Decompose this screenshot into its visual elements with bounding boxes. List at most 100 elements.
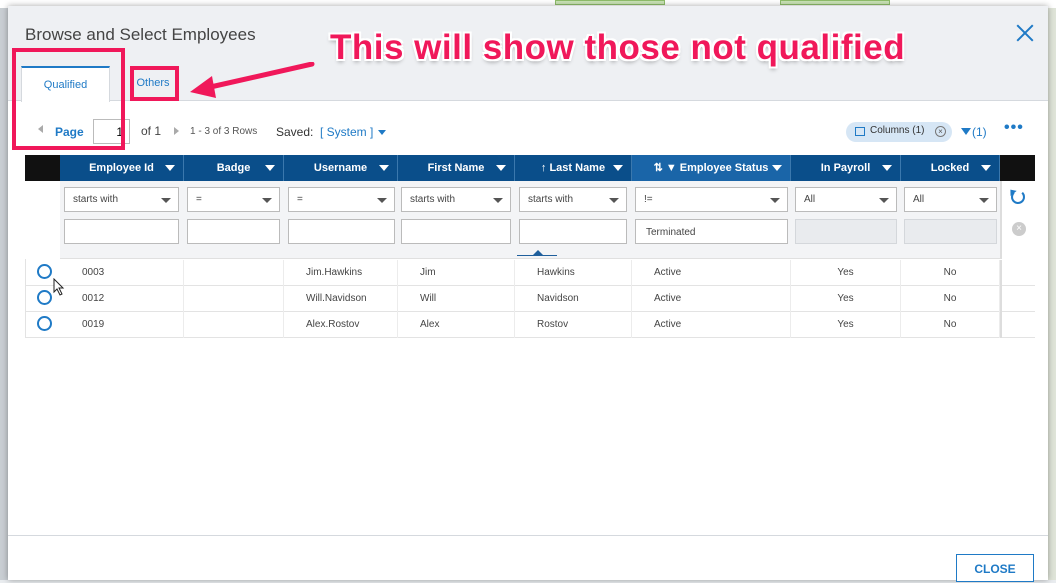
row-count: 1 - 3 of 3 Rows [190,126,258,137]
table-row[interactable]: 0003 Jim.Hawkins Jim Hawkins Active Yes … [25,260,1035,286]
table-row[interactable]: 0012 Will.Navidson Will Navidson Active … [25,286,1035,312]
columns-label: Columns (1) [870,125,925,136]
cell-first-name: Will [398,286,515,312]
grid-header: Employee Id Badge Username First Name ↑ … [25,155,1035,181]
background-app-left [0,0,8,580]
footer-divider [8,535,1048,536]
chevron-down-icon [979,198,989,203]
clear-filters-icon[interactable]: × [1012,222,1026,236]
filter-value-employee-id[interactable] [64,219,179,244]
cell-employee-status: Active [632,286,791,312]
chevron-down-icon [879,198,889,203]
chevron-down-icon [609,198,619,203]
cell-last-name: Rostov [515,312,632,338]
filter-operator-locked[interactable]: All [904,187,997,212]
filter-operator-first-name[interactable]: starts with [401,187,511,212]
cell-first-name: Jim [398,260,515,286]
column-header-employee-status[interactable]: ⇅ ▼ Employee Status [632,155,791,181]
filter-operator-last-name[interactable]: starts with [519,187,627,212]
filter-actions: × [1000,181,1035,259]
cell-in-payroll: Yes [791,312,901,338]
column-header-last-name[interactable]: ↑ Last Name [515,155,632,181]
cell-employee-id: 0012 [60,286,184,312]
column-menu-icon[interactable] [496,165,506,171]
dialog-title: Browse and Select Employees [25,25,256,44]
annotation-highlight-others [130,66,179,101]
filter-button[interactable]: (1) [961,125,987,139]
saved-view-select[interactable]: [ System ] [320,125,373,139]
clear-columns-icon[interactable]: × [935,126,946,137]
filter-operator-employee-status[interactable]: != [635,187,788,212]
cell-in-payroll: Yes [791,260,901,286]
browse-employees-dialog: Browse and Select Employees Qualified Ot… [8,6,1048,582]
cell-locked: No [901,312,1000,338]
filter-value-in-payroll [795,219,897,244]
filter-value-last-name[interactable] [519,219,627,244]
mouse-cursor-icon [53,278,65,296]
filter-row: starts with = = starts with starts with … [60,181,1000,259]
column-menu-icon[interactable] [379,165,389,171]
chevron-down-icon [493,198,503,203]
cell-employee-status: Active [632,260,791,286]
table-row[interactable]: 0019 Alex.Rostov Alex Rostov Active Yes … [25,312,1035,338]
cell-badge [184,260,284,286]
chevron-down-icon[interactable] [378,130,386,135]
column-menu-icon[interactable] [981,165,991,171]
cell-in-payroll: Yes [791,286,901,312]
column-menu-icon[interactable] [882,165,892,171]
row-select-radio[interactable] [37,264,52,279]
filter-value-first-name[interactable] [401,219,511,244]
more-options-icon[interactable]: ••• [1004,119,1024,137]
filter-value-badge[interactable] [187,219,280,244]
page-count: of 1 [141,124,162,138]
close-icon[interactable] [1014,22,1036,44]
cell-username: Will.Navidson [284,286,398,312]
cell-last-name: Navidson [515,286,632,312]
column-header-in-payroll[interactable]: In Payroll [791,155,901,181]
next-page-icon[interactable] [174,127,179,135]
chevron-down-icon [770,198,780,203]
column-menu-icon[interactable] [613,165,623,171]
row-select-radio[interactable] [37,316,52,331]
column-header-employee-id[interactable]: Employee Id [60,155,184,181]
filter-operator-username[interactable]: = [288,187,395,212]
annotation-text: This will show those not qualified [330,28,906,67]
chevron-down-icon [377,198,387,203]
annotation-arrow-icon [190,62,315,98]
column-header-username[interactable]: Username [284,155,398,181]
filter-count: (1) [972,125,987,139]
filter-operator-employee-id[interactable]: starts with [64,187,179,212]
column-menu-icon[interactable] [265,165,275,171]
annotation-highlight-qualified [12,48,125,150]
cell-employee-status: Active [632,312,791,338]
cell-badge [184,286,284,312]
row-select-radio[interactable] [37,290,52,305]
filter-value-locked [904,219,997,244]
column-menu-icon[interactable] [165,165,175,171]
funnel-icon [961,128,971,135]
cell-employee-id: 0003 [60,260,184,286]
chevron-down-icon [161,198,171,203]
column-header-locked[interactable]: Locked [901,155,1000,181]
saved-label: Saved: [276,125,314,139]
cell-locked: No [901,286,1000,312]
filter-value-username[interactable] [288,219,395,244]
cell-badge [184,312,284,338]
cell-first-name: Alex [398,312,515,338]
filter-value-employee-status[interactable]: Terminated [635,219,788,244]
column-menu-icon[interactable] [772,165,782,171]
cell-username: Jim.Hawkins [284,260,398,286]
column-header-badge[interactable]: Badge [184,155,284,181]
filter-operator-in-payroll[interactable]: All [795,187,897,212]
columns-button[interactable]: Columns (1) × [846,122,952,142]
cell-locked: No [901,260,1000,286]
column-header-first-name[interactable]: First Name [398,155,515,181]
close-button[interactable]: CLOSE [956,554,1034,582]
cell-last-name: Hawkins [515,260,632,286]
reset-filters-icon[interactable] [1011,190,1025,204]
filter-operator-badge[interactable]: = [187,187,280,212]
columns-icon [855,127,865,136]
cell-username: Alex.Rostov [284,312,398,338]
chevron-down-icon [262,198,272,203]
cell-employee-id: 0019 [60,312,184,338]
